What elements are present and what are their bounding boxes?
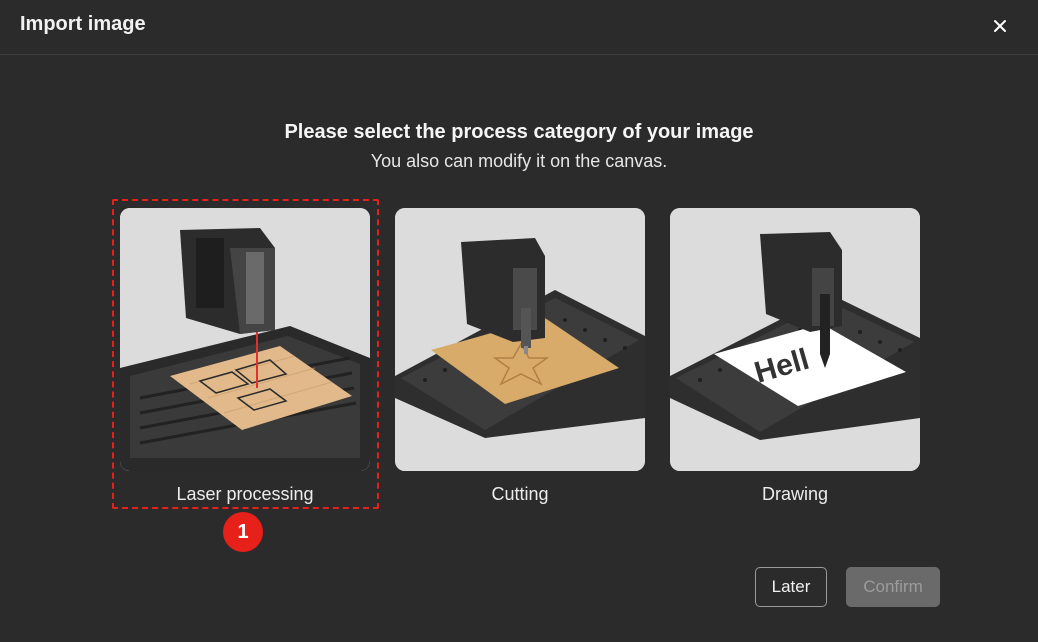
prompt-heading: Please select the process category of yo… bbox=[284, 121, 754, 143]
step-number-badge: 1 bbox=[223, 512, 263, 552]
close-button[interactable] bbox=[986, 12, 1014, 40]
category-card-laser-processing[interactable]: Laser processing bbox=[120, 208, 370, 505]
later-button[interactable]: Later bbox=[755, 567, 827, 607]
category-card-cutting[interactable]: Cutting bbox=[395, 208, 645, 505]
category-card-drawing[interactable]: Hell Drawing bbox=[670, 208, 920, 505]
cutting-image bbox=[395, 208, 645, 471]
laser-processing-image bbox=[120, 208, 370, 471]
category-label: Cutting bbox=[491, 484, 549, 504]
category-label: Drawing bbox=[761, 484, 829, 504]
close-icon bbox=[994, 20, 1006, 32]
confirm-button[interactable]: Confirm bbox=[846, 567, 940, 607]
drawing-image: Hell bbox=[670, 208, 920, 471]
prompt-subheading: You also can modify it on the canvas. bbox=[370, 151, 668, 171]
dialog-header: Import image bbox=[0, 0, 1038, 55]
category-label: Laser processing bbox=[176, 484, 314, 504]
dialog-title: Import image bbox=[20, 13, 146, 35]
